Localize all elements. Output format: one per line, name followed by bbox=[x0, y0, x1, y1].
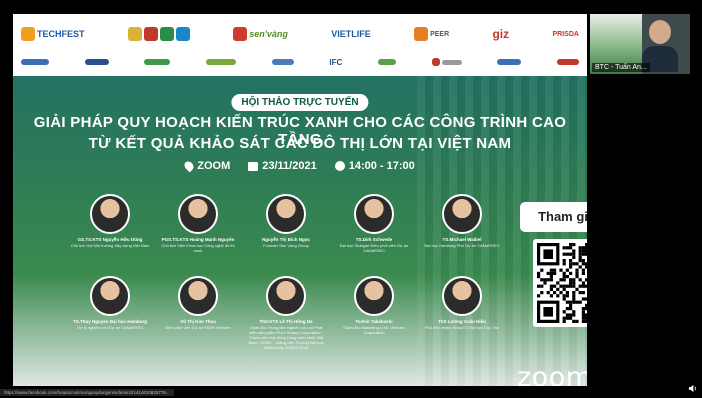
event-info: ZOOM 23/11/2021 14:00 - 17:00 bbox=[13, 159, 587, 173]
calendar-icon bbox=[248, 161, 259, 171]
audio-speaker-icon[interactable] bbox=[688, 384, 697, 393]
giz-logo: giz bbox=[492, 27, 510, 41]
speaker-role: Điều phối viên Dự án PEER Vietnam bbox=[165, 324, 231, 330]
partner-logo bbox=[84, 59, 109, 65]
clock-icon bbox=[334, 161, 345, 171]
speaker-photo bbox=[90, 194, 130, 234]
shared-screen: TECHFEST sen'vàng VIETLIFE PEER giz PRIS… bbox=[13, 14, 587, 386]
speaker-card: GS.TS.KTS Nguyễn Hữu Dũng Chủ tịch Hội Mô… bbox=[70, 194, 150, 248]
logo-row-top: TECHFEST sen'vàng VIETLIFE PEER giz PRIS… bbox=[21, 20, 579, 48]
speaker-card: ThS.KTS Lê Thị Hồng Na Giám đốc Trung tâm… bbox=[246, 276, 326, 350]
partner-logo bbox=[271, 59, 294, 65]
sponsor-logo-banner: TECHFEST sen'vàng VIETLIFE PEER giz PRIS… bbox=[13, 14, 587, 76]
speaker-role: Chủ tịch Hội Môi trường Xây dựng Việt Na… bbox=[70, 242, 150, 248]
speaker-photo bbox=[266, 194, 306, 234]
speaker-card: Vũ Thị Kim Thoa Điều phối viên Dự án PEER… bbox=[158, 276, 238, 330]
zoom-logo: zoom bbox=[517, 362, 587, 386]
vietlife-logo: VIETLIFE bbox=[331, 29, 371, 39]
speaker-role: Phó chủ nhiệm Khoa KT Đại học Duy Tân bbox=[424, 324, 500, 330]
speaker-role: Trợ lý nghiên cứu Dự án CAMaRSEC bbox=[76, 324, 144, 330]
partner-logo bbox=[497, 59, 522, 65]
speaker-card: Nguyễn Thị Bích Ngọc Founder Sen Vàng Gro… bbox=[246, 194, 326, 248]
senvang-logo: sen'vàng bbox=[233, 27, 288, 41]
event-title-line2: TỪ KẾT QUẢ KHẢO SÁT CÁC ĐÔ THỊ LỚN TẠI V… bbox=[88, 135, 512, 152]
partner-logo bbox=[377, 59, 396, 65]
speaker-card: TS.Thuy Nguyen Đại học Hamburg Trợ lý ngh… bbox=[70, 276, 150, 330]
speaker-photo bbox=[178, 194, 218, 234]
event-location: ZOOM bbox=[182, 159, 230, 173]
speaker-role: Chủ tịch Viện Khoa học Công nghệ đô thị … bbox=[161, 242, 235, 253]
techfest-logo: TECHFEST bbox=[21, 27, 85, 41]
join-qr-code bbox=[533, 239, 587, 327]
speaker-role: Đại học Hamburg Phó Dự án CAMaRSEC bbox=[424, 242, 500, 248]
partner-logo bbox=[144, 59, 171, 65]
speaker-photo bbox=[442, 276, 482, 316]
partner-logo bbox=[21, 59, 49, 65]
ifc-logo: IFC bbox=[329, 57, 343, 67]
speaker-photo bbox=[354, 276, 394, 316]
speaker-role: Giám đốc Trung tâm Nghiên cứu và Phát tr… bbox=[248, 324, 324, 350]
speaker-card: TS.Dirk Schwede Đại học Stuttgart Điều ph… bbox=[334, 194, 414, 253]
speaker-photo bbox=[266, 276, 306, 316]
speaker-photo bbox=[90, 276, 130, 316]
event-type-badge: HỘI THẢO TRỰC TUYẾN bbox=[231, 94, 369, 111]
location-pin-icon bbox=[182, 159, 196, 173]
prisda-logo: PRISDA bbox=[552, 30, 579, 38]
peer-logo: PEER bbox=[414, 27, 449, 41]
partner-logo bbox=[431, 58, 462, 66]
participant-video-tile[interactable]: BTC - Tuấn An... bbox=[590, 14, 690, 74]
partner-logo bbox=[206, 59, 237, 65]
join-label: Tham gia tại bbox=[520, 202, 587, 232]
speaker-photo bbox=[354, 194, 394, 234]
qr-code-graphic bbox=[537, 243, 587, 323]
speaker-role: Đại học Stuttgart Điều phối viên Dự án C… bbox=[339, 242, 409, 253]
speaker-photo bbox=[178, 276, 218, 316]
speaker-role: Founder Sen Vàng Group bbox=[263, 242, 309, 248]
partner-logo bbox=[127, 27, 190, 41]
speaker-photo bbox=[442, 194, 482, 234]
partner-logo bbox=[556, 59, 579, 65]
logo-row-bottom: IFC bbox=[21, 54, 579, 70]
zoom-meeting-window: TECHFEST sen'vàng VIETLIFE PEER giz PRIS… bbox=[0, 0, 702, 398]
speaker-card: ThS Lương Xuân Hiếu Phó chủ nhiệm Khoa KT… bbox=[422, 276, 502, 330]
status-bar-url: https://www.facebook.com/hoatacmoitruong… bbox=[0, 389, 174, 396]
speaker-card: Toshio Takahashi Giám đốc Marketing LIXIL… bbox=[334, 276, 414, 335]
speaker-role: Giám đốc Marketing LIXIL Vietnam Corpora… bbox=[343, 324, 405, 335]
speaker-card: TS.Michael Waibel Đại học Hamburg Phó Dự … bbox=[422, 194, 502, 248]
speaker-card: PGS.TS.KTS Hoàng Mạnh Nguyên Chủ tịch Việ… bbox=[158, 194, 238, 253]
event-date: 23/11/2021 bbox=[248, 160, 317, 172]
participant-name-tag: BTC - Tuấn An... bbox=[592, 63, 650, 72]
event-time: 14:00 - 17:00 bbox=[334, 160, 415, 172]
